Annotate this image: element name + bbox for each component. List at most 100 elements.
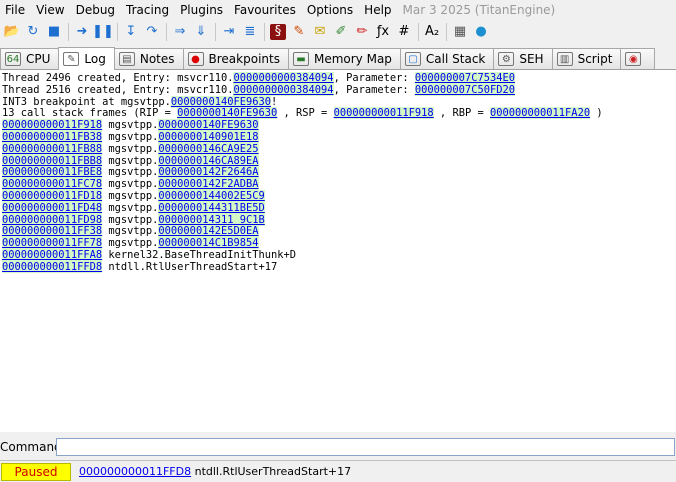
- log-text: mgsvtpp.: [102, 213, 159, 226]
- address-link[interactable]: 0000000144311BE5D: [158, 201, 265, 214]
- run-to-user-code-icon[interactable]: ⇥: [221, 24, 237, 40]
- log-text: mgsvtpp.: [102, 237, 159, 250]
- address-link[interactable]: 000000000011FFD8: [2, 260, 103, 273]
- globe-icon[interactable]: ●: [473, 24, 489, 40]
- address-link[interactable]: 0000000140FE9630: [177, 107, 278, 120]
- bookmarks-icon[interactable]: ✏: [354, 24, 370, 40]
- menu-help[interactable]: Help: [359, 0, 397, 20]
- address-link[interactable]: 000000000011F918: [333, 107, 434, 120]
- command-bar: Command:: [0, 436, 676, 458]
- tab-label: CPU: [26, 52, 51, 66]
- address-link[interactable]: 000000014311 9C1B: [158, 213, 265, 226]
- scylla-icon[interactable]: §: [270, 24, 286, 40]
- address-link[interactable]: 000000000011FD98: [2, 213, 103, 226]
- address-link[interactable]: 000000000011FF78: [2, 237, 103, 250]
- menu-favourites[interactable]: Favourites: [229, 0, 302, 20]
- tab-cpu[interactable]: 64 CPU: [0, 48, 60, 69]
- address-link[interactable]: 0000000142E5D0EA: [158, 225, 259, 238]
- menu-debug[interactable]: Debug: [71, 0, 121, 20]
- tab-label: Call Stack: [425, 52, 486, 66]
- tab-label: SEH: [519, 52, 544, 66]
- menu-view[interactable]: View: [31, 0, 70, 20]
- address-link[interactable]: 000000000011FBE8: [2, 166, 103, 179]
- menu-bar: File View Debug Tracing Plugins Favourites Opt…: [0, 0, 676, 20]
- tab-call-stack[interactable]: ▢ Call Stack: [399, 48, 495, 69]
- log-text: 13 call stack frames (RIP =: [2, 107, 178, 120]
- step-into-icon[interactable]: ↧: [123, 24, 139, 40]
- labels-icon[interactable]: ✐: [333, 24, 349, 40]
- patch-icon[interactable]: ✎: [291, 24, 307, 40]
- address-link[interactable]: 000000000011F918: [2, 119, 103, 132]
- log-text: mgsvtpp.: [102, 189, 159, 202]
- trace-into-icon[interactable]: ⇒: [172, 24, 188, 40]
- log-text: ): [590, 107, 603, 120]
- hash-icon[interactable]: #: [396, 24, 412, 40]
- comments-icon[interactable]: ✉: [312, 24, 328, 40]
- address-link[interactable]: 0000000140FE9630: [170, 95, 271, 108]
- address-link[interactable]: 000000007C7534E0: [414, 72, 515, 84]
- open-icon[interactable]: 📂: [4, 24, 20, 40]
- log-text: mgsvtpp.: [102, 119, 159, 132]
- menu-plugins[interactable]: Plugins: [175, 0, 229, 20]
- log-text: Thread 2496 created, Entry: msvcr110.: [2, 72, 234, 84]
- log-icon: ✎: [63, 52, 80, 66]
- cpu-icon: 64: [5, 52, 21, 66]
- menu-tracing[interactable]: Tracing: [121, 0, 175, 20]
- tab-log[interactable]: ✎ Log: [58, 47, 115, 70]
- status-address-link[interactable]: 000000000011FFD8: [79, 465, 191, 478]
- breakpoint-icon: ●: [187, 52, 204, 66]
- tab-script[interactable]: ▥ Script: [551, 48, 622, 69]
- status-location: 000000000011FFD8 ntdll.RtlUserThreadStar…: [79, 465, 351, 478]
- address-link[interactable]: 000000000011FD18: [2, 189, 103, 202]
- address-link[interactable]: 0000000146CA9E25: [158, 142, 259, 155]
- log-text: Thread 2516 created, Entry: msvcr110.: [2, 83, 234, 96]
- address-link[interactable]: 000000000011FC78: [2, 178, 103, 191]
- restart-icon[interactable]: ↻: [25, 24, 41, 40]
- strings-icon[interactable]: A₂: [424, 24, 440, 40]
- address-link[interactable]: 000000000011FBB8: [2, 154, 103, 167]
- build-info: Mar 3 2025 (TitanEngine): [402, 3, 556, 17]
- animate-icon[interactable]: ≣: [242, 24, 258, 40]
- tab-notes[interactable]: ▤ Notes: [113, 48, 184, 69]
- address-link[interactable]: 0000000000384094: [233, 83, 334, 96]
- address-link[interactable]: 000000000011FB88: [2, 142, 103, 155]
- calculator-icon[interactable]: ▦: [452, 24, 468, 40]
- address-link[interactable]: 000000000011FD48: [2, 201, 103, 214]
- tab-breakpoints[interactable]: ● Breakpoints: [182, 48, 289, 69]
- log-view[interactable]: Thread 2496 created, Entry: msvcr110.000…: [0, 70, 676, 432]
- pause-icon[interactable]: ❚❚: [92, 24, 114, 40]
- menu-options[interactable]: Options: [302, 0, 359, 20]
- command-input[interactable]: [56, 438, 675, 456]
- log-text: mgsvtpp.: [102, 225, 159, 238]
- log-text: ntdll.RtlUserThreadStart+17: [102, 260, 278, 273]
- address-link[interactable]: 000000000011FFA8: [2, 248, 103, 261]
- address-link[interactable]: 0000000142F2646A: [158, 166, 259, 179]
- address-link[interactable]: 000000000011FF38: [2, 225, 103, 238]
- close-icon[interactable]: ■: [46, 24, 62, 40]
- address-link[interactable]: 0000000144002E5C9: [158, 189, 265, 202]
- toolbar-separator: [215, 23, 216, 41]
- address-link[interactable]: 0000000000384094: [233, 72, 334, 84]
- tab-label: Notes: [139, 52, 175, 66]
- trace-over-icon[interactable]: ⇓: [193, 24, 209, 40]
- script-icon: ▥: [556, 52, 573, 66]
- seh-icon: ⚙: [498, 52, 515, 66]
- log-text: !: [271, 95, 278, 108]
- address-link[interactable]: 0000000146CA89EA: [158, 154, 259, 167]
- symbols-icon: ◉: [625, 52, 642, 66]
- menu-file[interactable]: File: [0, 0, 31, 20]
- tab-seh[interactable]: ⚙ SEH: [493, 48, 553, 69]
- address-link[interactable]: 0000000142F2ADBA: [158, 178, 259, 191]
- address-link[interactable]: 000000007C50FD20: [414, 83, 515, 96]
- toolbar-separator: [264, 23, 265, 41]
- address-link[interactable]: 0000000140901E18: [158, 130, 259, 143]
- functions-icon[interactable]: ƒx: [375, 24, 391, 40]
- address-link[interactable]: 000000014C1B9854: [158, 237, 259, 250]
- address-link[interactable]: 000000000011FA20: [489, 107, 591, 120]
- step-over-icon[interactable]: ↷: [144, 24, 160, 40]
- address-link[interactable]: 000000000011FB38: [2, 130, 103, 143]
- run-icon[interactable]: ➜: [74, 24, 90, 40]
- tab-symbols[interactable]: ◉: [620, 48, 656, 69]
- tab-memory-map[interactable]: ▬ Memory Map: [287, 48, 401, 69]
- address-link[interactable]: 0000000140FE9630: [158, 119, 259, 132]
